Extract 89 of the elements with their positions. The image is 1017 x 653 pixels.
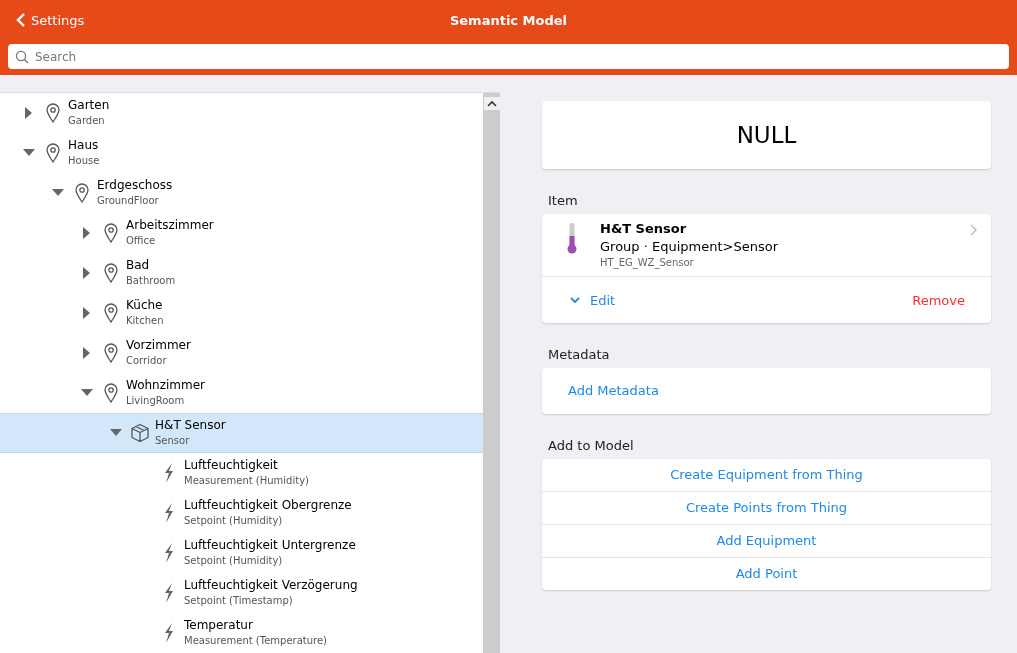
page-title: Semantic Model xyxy=(449,12,568,28)
item-label: H&T Sensor xyxy=(155,417,226,433)
tree-item[interactable]: Luftfeuchtigkeit Obergrenze Setpoint (Humidity) xyxy=(0,493,483,533)
item-label: Luftfeuchtigkeit Verzögerung xyxy=(184,577,358,593)
tree-item[interactable]: H&T Sensor Sensor xyxy=(0,413,483,453)
tree-item[interactable]: Erdgeschoss GroundFloor xyxy=(0,173,483,213)
caret-down-icon[interactable] xyxy=(52,189,64,197)
tree-item[interactable]: Luftfeuchtigkeit Measurement (Humidity) xyxy=(0,453,483,493)
item-label: Arbeitszimmer xyxy=(126,217,214,233)
section-heading: Metadata xyxy=(548,347,611,362)
scrollbar[interactable] xyxy=(483,93,500,653)
tree-item[interactable]: Garten Garden xyxy=(0,93,483,133)
tree-item[interactable]: Arbeitszimmer Office xyxy=(0,213,483,253)
item-label: Erdgeschoss xyxy=(97,177,173,193)
item-label: Luftfeuchtigkeit Untergrenze xyxy=(184,537,356,553)
caret-down-icon[interactable] xyxy=(110,429,122,437)
item-label: Garten xyxy=(68,97,110,113)
item-sublabel: Garden xyxy=(68,114,106,128)
item-sublabel: Measurement (Temperature) xyxy=(184,634,327,648)
lightning-icon xyxy=(163,463,175,483)
item-sublabel: Kitchen xyxy=(126,314,164,328)
map-pin-icon xyxy=(104,343,118,363)
map-pin-icon xyxy=(104,223,118,243)
item-label: Bad xyxy=(126,257,151,273)
tree-item[interactable]: Wohnzimmer LivingRoom xyxy=(0,373,483,413)
model-action-button[interactable]: Create Points from Thing xyxy=(542,492,991,525)
tree-item[interactable]: Vorzimmer Corridor xyxy=(0,333,483,373)
item-sublabel: Office xyxy=(126,234,157,248)
map-pin-icon xyxy=(104,303,118,323)
cube-icon xyxy=(130,423,150,443)
back-link[interactable]: Settings xyxy=(16,12,85,28)
tree-item[interactable]: Temperatur Measurement (Temperature) xyxy=(0,613,483,653)
map-pin-icon xyxy=(46,103,60,123)
lightning-icon xyxy=(163,583,175,603)
lightning-icon xyxy=(163,503,175,523)
item-sublabel: Setpoint (Timestamp) xyxy=(184,594,294,608)
item-type: Group · Equipment>Sensor xyxy=(600,238,779,256)
caret-right-icon[interactable] xyxy=(25,107,33,119)
map-pin-icon xyxy=(104,263,118,283)
model-action-button[interactable]: Add Point xyxy=(542,558,991,590)
item-name: H&T Sensor xyxy=(600,220,688,238)
item-label: Wohnzimmer xyxy=(126,377,206,393)
state-value: NULL xyxy=(736,122,797,148)
section-heading: Item xyxy=(548,193,579,208)
item-label: Temperatur xyxy=(184,617,254,633)
model-action-button[interactable]: Add Equipment xyxy=(542,525,991,558)
caret-right-icon[interactable] xyxy=(83,307,91,319)
item-label: Haus xyxy=(68,137,100,153)
item-label: Küche xyxy=(126,297,164,313)
search-field[interactable]: Search xyxy=(8,44,1009,69)
map-pin-icon xyxy=(75,183,89,203)
tree-item[interactable]: Luftfeuchtigkeit Untergrenze Setpoint (Humidity) xyxy=(0,533,483,573)
tree-item[interactable]: Bad Bathroom xyxy=(0,253,483,293)
item-label: Luftfeuchtigkeit xyxy=(184,457,279,473)
caret-down-icon[interactable] xyxy=(81,389,93,397)
map-pin-icon xyxy=(46,143,60,163)
item-label: Luftfeuchtigkeit Obergrenze xyxy=(184,497,352,513)
item-label: Vorzimmer xyxy=(126,337,191,353)
item-id: HT_EG_WZ_Sensor xyxy=(600,256,695,270)
thermometer-icon xyxy=(566,222,578,254)
item-sublabel: Bathroom xyxy=(126,274,176,288)
tree-item[interactable]: Luftfeuchtigkeit Verzögerung Setpoint (Timestamp) xyxy=(0,573,483,613)
chevron-right-icon xyxy=(970,224,977,236)
item-sublabel: LivingRoom xyxy=(126,394,186,408)
tree-item[interactable]: Haus House xyxy=(0,133,483,173)
edit-link[interactable]: Edit xyxy=(570,292,616,308)
model-action-button[interactable]: Create Equipment from Thing xyxy=(542,459,991,492)
caret-right-icon[interactable] xyxy=(83,347,91,359)
item-sublabel: Setpoint (Humidity) xyxy=(184,554,284,568)
section-heading: Add to Model xyxy=(548,438,635,453)
item-sublabel: Measurement (Humidity) xyxy=(184,474,309,488)
caret-right-icon[interactable] xyxy=(83,267,91,279)
tree-item[interactable]: Küche Kitchen xyxy=(0,293,483,333)
add-metadata-link[interactable]: Add Metadata xyxy=(542,368,991,414)
lightning-icon xyxy=(163,623,175,643)
item-sublabel: House xyxy=(68,154,100,168)
lightning-icon xyxy=(163,543,175,563)
item-sublabel: Corridor xyxy=(126,354,168,368)
item-sublabel: Sensor xyxy=(155,434,191,448)
item-sublabel: Setpoint (Humidity) xyxy=(184,514,284,528)
remove-link[interactable]: Remove xyxy=(912,292,965,308)
scroll-up-icon[interactable] xyxy=(483,97,500,110)
chevron-down-icon xyxy=(570,296,580,304)
item-row[interactable]: H&T Sensor Group · Equipment>Sensor HT_EG_WZ_Sensor xyxy=(542,214,991,277)
item-sublabel: GroundFloor xyxy=(97,194,160,208)
caret-right-icon[interactable] xyxy=(83,227,91,239)
caret-down-icon[interactable] xyxy=(23,149,35,157)
map-pin-icon xyxy=(104,383,118,403)
chevron-left-icon xyxy=(16,13,26,27)
